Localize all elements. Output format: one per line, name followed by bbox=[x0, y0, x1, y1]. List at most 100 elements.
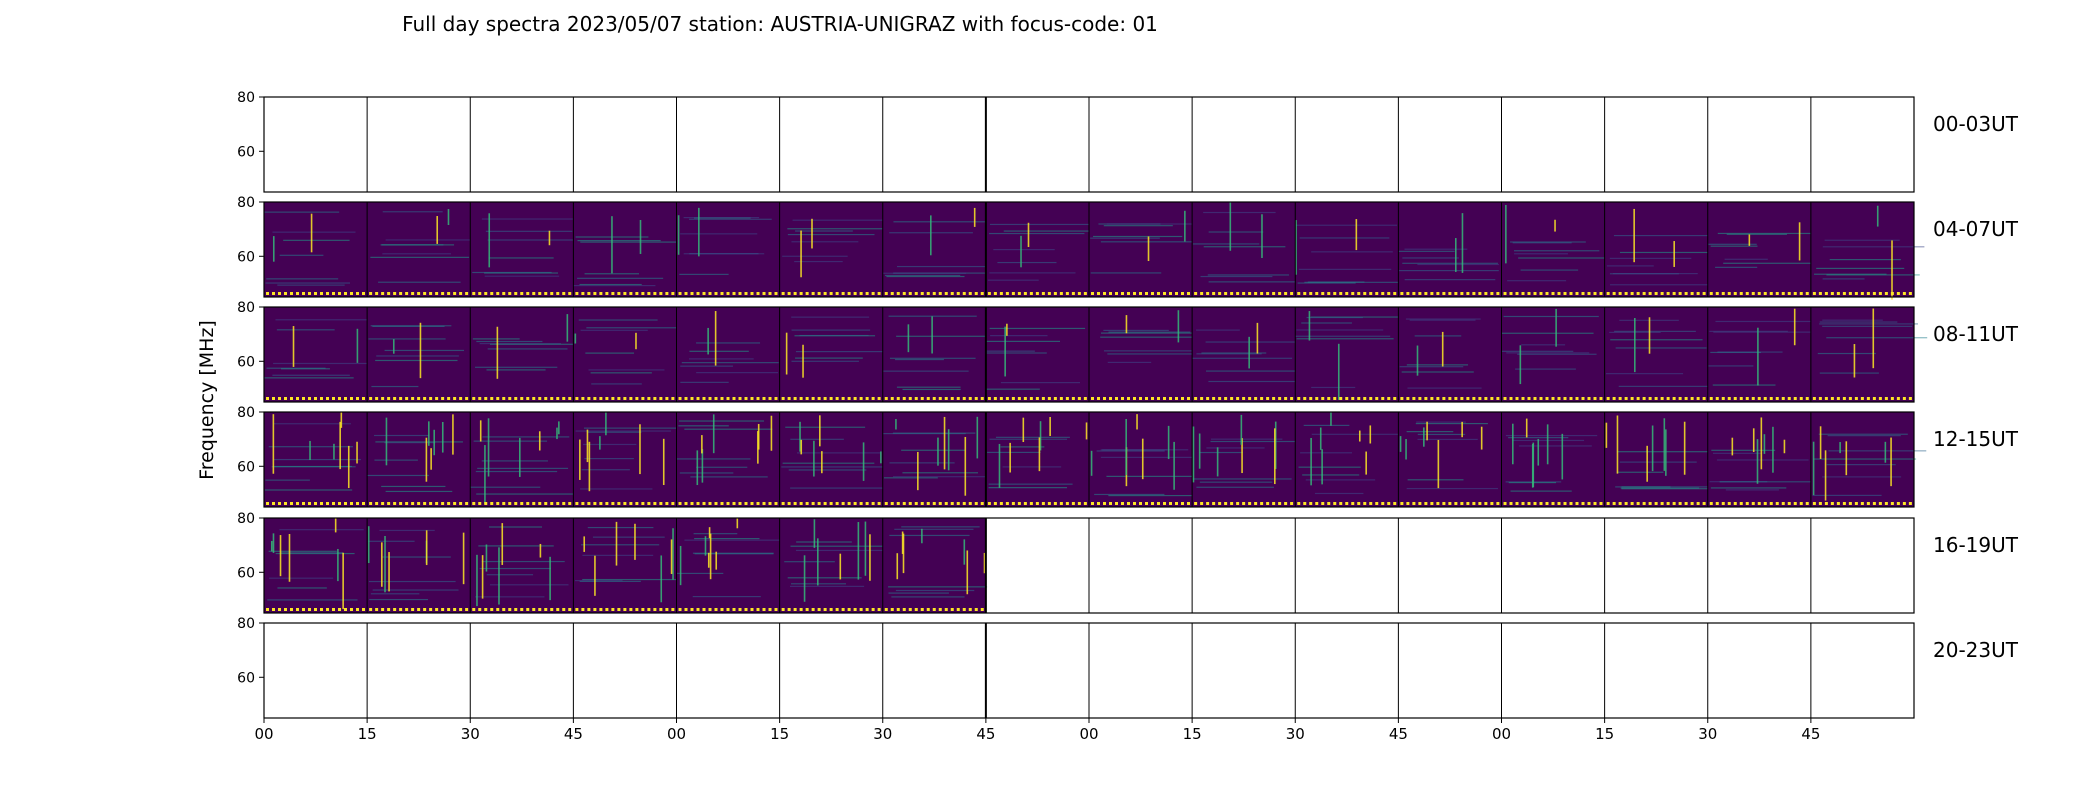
spectrum-segment bbox=[264, 518, 368, 613]
y-tick-label: 80 bbox=[237, 405, 255, 421]
spectrum-segment bbox=[985, 307, 1089, 402]
spectrum-segment bbox=[1398, 202, 1502, 297]
spectrum-segment bbox=[367, 202, 473, 297]
spectrum-segment bbox=[367, 307, 471, 402]
spectrum-segment bbox=[1604, 307, 1710, 402]
row-label: 00-03UT bbox=[1933, 112, 2019, 136]
spectrum-segment bbox=[676, 202, 780, 297]
x-tick-label: 00 bbox=[667, 725, 686, 743]
y-tick-label: 80 bbox=[237, 195, 255, 211]
x-tick-label: 30 bbox=[873, 725, 892, 743]
y-tick-label: 60 bbox=[237, 249, 255, 265]
spectrum-segment bbox=[779, 518, 897, 613]
y-tick-label: 60 bbox=[237, 459, 255, 475]
x-tick-label: 15 bbox=[770, 725, 789, 743]
spectrum-segment bbox=[1089, 412, 1203, 507]
spectrum-segment bbox=[1398, 307, 1502, 402]
spectrum-panel-12-15UT: 80 60 12-15UT bbox=[237, 405, 2019, 508]
spectrum-segment bbox=[1192, 307, 1311, 402]
spectrum-segment bbox=[882, 202, 997, 297]
x-tick-label: 30 bbox=[1698, 725, 1717, 743]
spectrum-panel-00-03UT: 80 60 00-03UT bbox=[237, 90, 2019, 193]
spectrum-segment bbox=[882, 307, 999, 402]
spectrum-segment bbox=[264, 202, 368, 297]
spectrum-segment bbox=[1707, 412, 1819, 507]
y-tick-label: 60 bbox=[237, 565, 255, 581]
y-tick-label: 60 bbox=[237, 670, 255, 686]
spectrum-segment bbox=[1192, 412, 1310, 507]
spectrum-segment bbox=[676, 412, 780, 507]
figure-title: Full day spectra 2023/05/07 station: AUS… bbox=[402, 12, 1158, 36]
y-tick-label: 60 bbox=[237, 354, 255, 370]
x-tick-label: 15 bbox=[358, 725, 377, 743]
spectrum-panel-04-07UT: 80 60 04-07UT bbox=[237, 195, 2019, 300]
spectrum-segment bbox=[1604, 412, 1723, 507]
spectrum-segment bbox=[470, 412, 574, 507]
spectrum-segment bbox=[882, 412, 992, 507]
spectrum-segment bbox=[985, 412, 1089, 507]
spectrum-segment bbox=[676, 307, 780, 402]
spectrum-segment bbox=[573, 412, 680, 507]
spectrum-segment bbox=[882, 518, 988, 613]
spectrum-segment bbox=[1295, 202, 1402, 297]
spectrum-segment bbox=[1501, 412, 1605, 507]
panels: 80 60 00-03UT 80 60 04-07UT 80 60 08-11UT 80 60 12-… bbox=[237, 90, 2019, 719]
spectrum-segment bbox=[470, 518, 574, 613]
row-label: 04-07UT bbox=[1933, 217, 2019, 241]
spectrum-segment bbox=[573, 518, 678, 613]
row-label: 08-11UT bbox=[1933, 322, 2019, 346]
spectrum-segment bbox=[367, 412, 471, 507]
spectrum-segment bbox=[573, 202, 682, 297]
y-tick-label: 80 bbox=[237, 300, 255, 316]
y-tick-label: 80 bbox=[237, 616, 255, 632]
y-axis-label: Frequency [MHz] bbox=[196, 320, 218, 480]
spectrum-segment bbox=[470, 202, 580, 297]
spectrum-segment bbox=[1295, 307, 1404, 402]
spectrum-panel-08-11UT: 80 60 08-11UT bbox=[237, 300, 2019, 403]
spectrum-segment bbox=[779, 412, 889, 507]
row-label: 16-19UT bbox=[1933, 533, 2019, 557]
spectrum-segment bbox=[264, 307, 371, 402]
x-tick-label: 00 bbox=[254, 725, 273, 743]
spectrum-segment bbox=[1707, 202, 1814, 297]
x-tick-label: 45 bbox=[1801, 725, 1820, 743]
spectrum-segment bbox=[1501, 202, 1607, 297]
spectrum-segment bbox=[1604, 202, 1723, 297]
spectra-figure: Full day spectra 2023/05/07 station: AUS… bbox=[196, 12, 2019, 743]
spectrum-segment bbox=[1089, 202, 1195, 297]
spectrum-segment bbox=[779, 202, 896, 297]
x-tick-label: 00 bbox=[1079, 725, 1098, 743]
x-tick-label: 45 bbox=[976, 725, 995, 743]
spectrum-segment bbox=[985, 202, 1095, 297]
spectrum-segment bbox=[779, 307, 889, 402]
spectrum-segment bbox=[264, 412, 368, 507]
spectrum-segment bbox=[470, 307, 587, 402]
spectrum-segment bbox=[1810, 412, 1927, 507]
y-tick-label: 80 bbox=[237, 90, 255, 106]
spectrum-segment bbox=[367, 518, 471, 613]
spectrum-segment bbox=[1707, 307, 1817, 402]
spectrum-segment bbox=[1089, 307, 1205, 402]
x-tick-label: 00 bbox=[1492, 725, 1511, 743]
spectrum-panel-20-23UT: 80 60 20-23UT bbox=[237, 616, 2019, 719]
y-tick-label: 60 bbox=[237, 144, 255, 160]
x-tick-label: 45 bbox=[564, 725, 583, 743]
x-tick-label: 15 bbox=[1595, 725, 1614, 743]
x-tick-label: 15 bbox=[1183, 725, 1202, 743]
y-tick-label: 80 bbox=[237, 511, 255, 527]
spectrum-segment bbox=[1501, 307, 1605, 402]
spectrum-panel-16-19UT: 80 60 16-19UT bbox=[237, 511, 2019, 614]
x-tick-label: 30 bbox=[1286, 725, 1305, 743]
spectrum-segment bbox=[1810, 202, 1925, 300]
spectrum-segment bbox=[1398, 412, 1502, 507]
x-tick-label: 30 bbox=[461, 725, 480, 743]
row-label: 20-23UT bbox=[1933, 638, 2019, 662]
spectrum-segment bbox=[1810, 307, 1928, 402]
row-label: 12-15UT bbox=[1933, 427, 2019, 451]
x-tick-label: 45 bbox=[1389, 725, 1408, 743]
spectrum-segment bbox=[573, 307, 683, 402]
spectrum-segment bbox=[1295, 412, 1408, 507]
x-axis: 00 15 30 45 00 15 30 45 00 15 30 45 00 15 30 45 bbox=[254, 718, 1820, 743]
spectrum-segment bbox=[1192, 202, 1308, 297]
spectrum-segment bbox=[676, 518, 781, 613]
